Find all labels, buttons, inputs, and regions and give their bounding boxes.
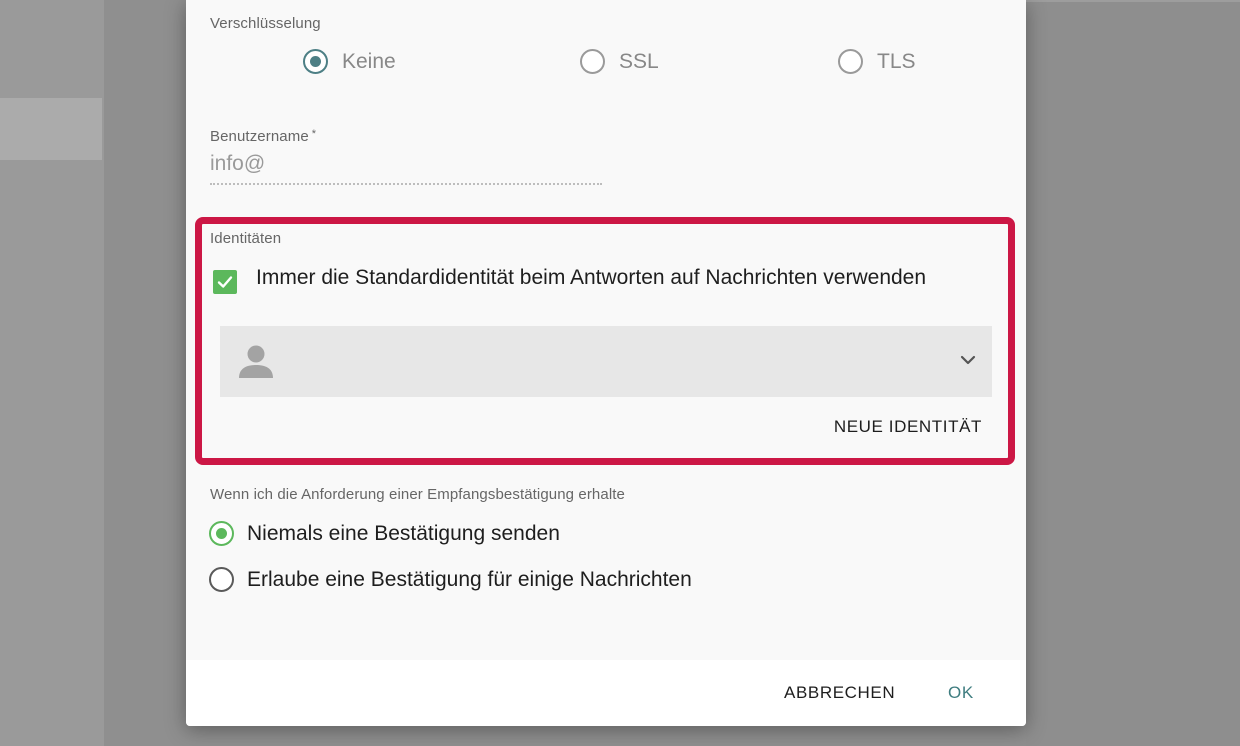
encryption-option-tls[interactable]: TLS <box>838 49 916 74</box>
cancel-button[interactable]: ABBRECHEN <box>784 683 895 703</box>
radio-selected-icon[interactable] <box>303 49 328 74</box>
encryption-option-label: Keine <box>342 49 396 73</box>
radio-selected-icon[interactable] <box>209 521 234 546</box>
receipt-option-label: Niemals eine Bestätigung senden <box>247 521 560 545</box>
background-sidebar <box>0 0 104 746</box>
receipt-option-label: Erlaube eine Bestätigung für einige Nach… <box>247 567 692 591</box>
person-icon <box>239 345 273 378</box>
encryption-label: Verschlüsselung <box>210 15 321 32</box>
account-settings-dialog: Verschlüsselung Keine SSL TLS Benutzerna… <box>186 0 1026 726</box>
new-identity-button[interactable]: NEUE IDENTITÄT <box>834 417 982 437</box>
background-panel <box>1026 0 1240 746</box>
checkmark-icon <box>217 276 233 288</box>
encryption-option-label: TLS <box>877 49 916 73</box>
encryption-option-label: SSL <box>619 49 659 73</box>
radio-unselected-icon[interactable] <box>209 567 234 592</box>
encryption-option-ssl[interactable]: SSL <box>580 49 659 74</box>
receipt-option-allow-some[interactable]: Erlaube eine Bestätigung für einige Nach… <box>209 567 692 592</box>
username-label: Benutzername * <box>210 128 317 145</box>
encryption-option-none[interactable]: Keine <box>303 49 396 74</box>
chevron-down-icon[interactable] <box>960 354 976 366</box>
receipt-label: Wenn ich die Anforderung einer Empfangsb… <box>210 486 625 503</box>
ok-button[interactable]: OK <box>948 683 974 703</box>
required-marker: * <box>311 128 317 140</box>
radio-unselected-icon[interactable] <box>580 49 605 74</box>
identity-select[interactable] <box>220 326 992 397</box>
always-default-identity-label: Immer die Standardidentität beim Antwort… <box>256 266 927 289</box>
radio-unselected-icon[interactable] <box>838 49 863 74</box>
dialog-footer: ABBRECHEN OK <box>186 660 1026 726</box>
receipt-option-never[interactable]: Niemals eine Bestätigung senden <box>209 521 560 546</box>
always-default-identity-checkbox[interactable] <box>213 270 237 294</box>
username-field[interactable]: info@ <box>210 152 602 185</box>
background-nav-item <box>0 98 102 160</box>
identities-label: Identitäten <box>210 230 282 247</box>
